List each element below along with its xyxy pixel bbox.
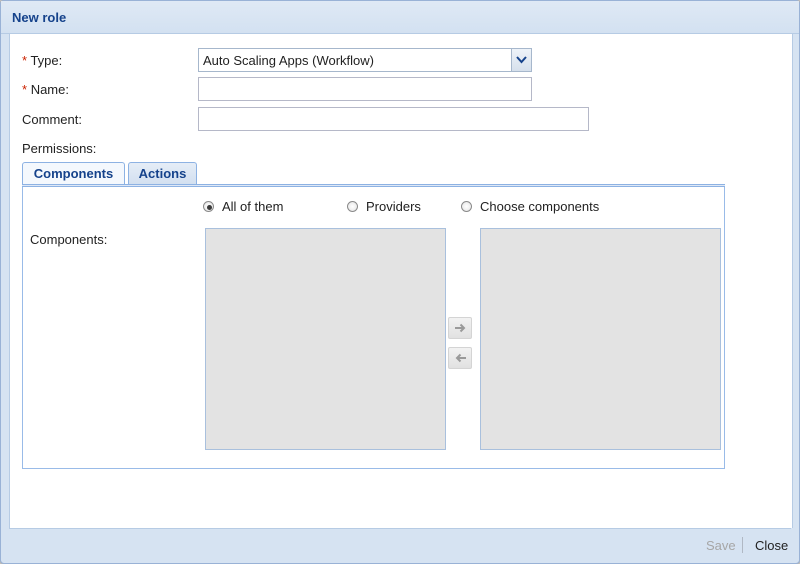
arrow-right-icon <box>455 323 466 333</box>
type-label: * Type: <box>22 53 62 68</box>
chevron-down-icon <box>516 56 527 64</box>
permissions-label: Permissions: <box>22 141 97 156</box>
tab-components[interactable]: Components <box>22 162 125 185</box>
components-list-label: Components: <box>30 232 108 247</box>
radio-label: Providers <box>366 199 421 214</box>
name-label-text: Name: <box>30 82 69 97</box>
move-left-button[interactable] <box>448 347 472 369</box>
radio-checked-dot <box>207 205 212 210</box>
required-marker: * <box>22 82 28 97</box>
move-right-button[interactable] <box>448 317 472 339</box>
components-tab-panel: All of them Providers Choose components … <box>22 187 725 469</box>
type-combobox-value: Auto Scaling Apps (Workflow) <box>203 53 374 68</box>
dialog-body: * Type: Auto Scaling Apps (Workflow) * N… <box>9 34 793 528</box>
close-button[interactable]: Close <box>755 538 788 553</box>
radio-circle[interactable] <box>203 201 214 212</box>
radio-label: All of them <box>222 199 284 214</box>
available-components-list[interactable] <box>205 228 446 450</box>
footer-separator <box>742 537 743 553</box>
comment-label: Comment: <box>22 112 82 127</box>
radio-label: Choose components <box>480 199 600 214</box>
comment-input[interactable] <box>198 107 589 131</box>
radio-circle[interactable] <box>461 201 472 212</box>
save-button[interactable]: Save <box>706 538 736 553</box>
type-label-text: Type: <box>30 53 63 68</box>
radio-circle[interactable] <box>347 201 358 212</box>
required-marker: * <box>22 53 28 68</box>
type-dropdown-trigger[interactable] <box>511 49 531 71</box>
tab-actions[interactable]: Actions <box>128 162 197 184</box>
dialog-title: New role <box>12 10 67 25</box>
dialog-footer: Save Close <box>9 528 791 560</box>
name-label: * Name: <box>22 82 69 97</box>
type-combobox[interactable]: Auto Scaling Apps (Workflow) <box>198 48 532 72</box>
new-role-dialog: New role * Type: Auto Scaling Apps (Work… <box>0 0 800 564</box>
arrow-left-icon <box>455 353 466 363</box>
dialog-titlebar[interactable]: New role <box>1 1 799 34</box>
selected-components-list[interactable] <box>480 228 721 450</box>
name-input[interactable] <box>198 77 532 101</box>
